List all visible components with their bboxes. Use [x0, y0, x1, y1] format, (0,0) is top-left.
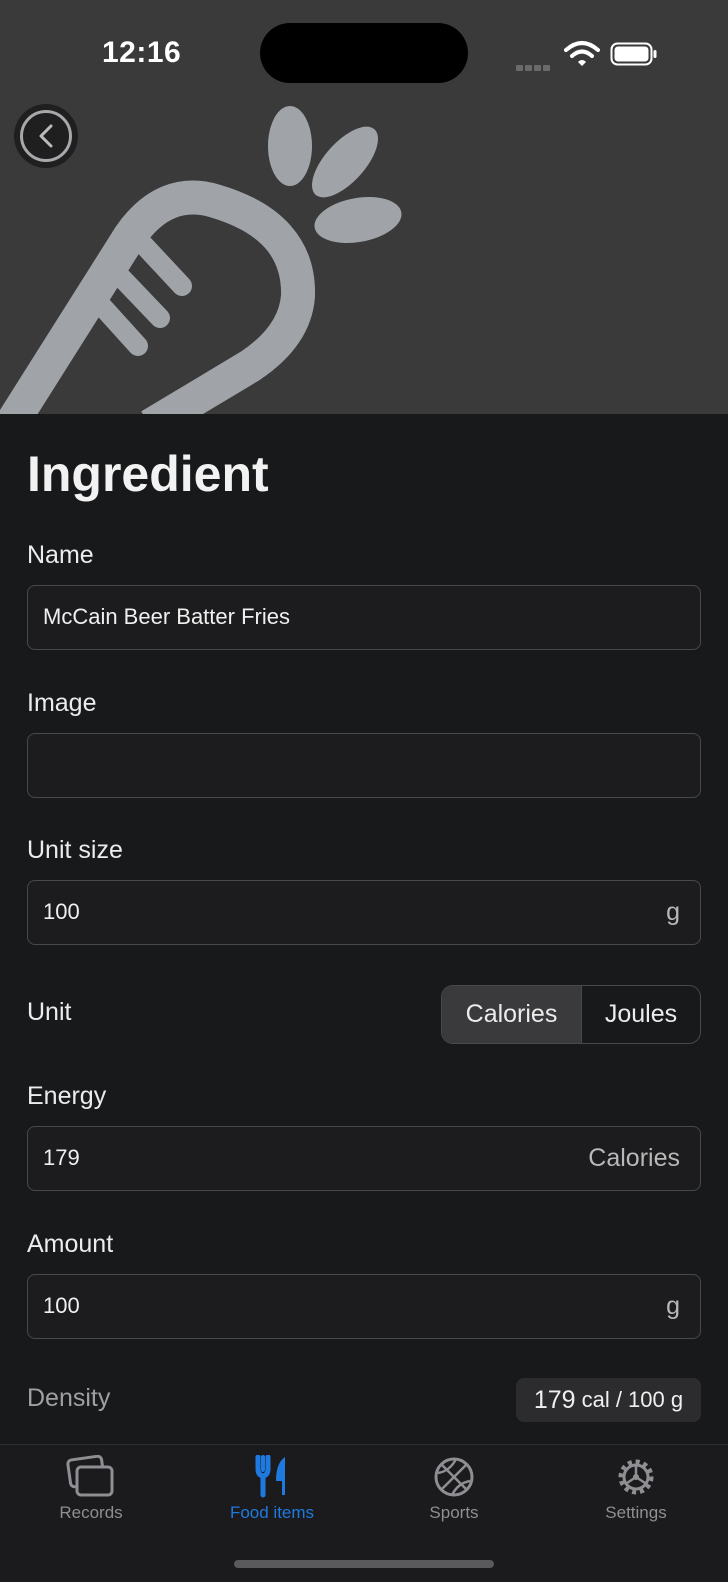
- tab-records[interactable]: Records: [16, 1455, 166, 1523]
- tab-records-label: Records: [59, 1503, 123, 1522]
- energy-label: Energy: [27, 1082, 107, 1110]
- density-unit: cal / 100 g: [581, 1387, 684, 1412]
- energy-unit: Calories: [588, 1144, 680, 1172]
- amount-label: Amount: [27, 1230, 114, 1258]
- unit-size-unit: g: [666, 898, 680, 926]
- segment-calories[interactable]: Calories: [442, 986, 581, 1043]
- amount-value: 100: [43, 1293, 80, 1318]
- tab-settings-label: Settings: [605, 1503, 667, 1522]
- wifi-icon: [564, 41, 600, 66]
- density-label: Density: [27, 1384, 111, 1412]
- amount-unit: g: [666, 1292, 680, 1320]
- energy-value: 179: [43, 1145, 80, 1170]
- cellular-signal-icon: [516, 58, 552, 76]
- energy-field[interactable]: 179 Calories: [27, 1126, 701, 1191]
- unit-segmented-control: Calories Joules: [441, 985, 701, 1044]
- ingredient-form: Ingredient Name McCain Beer Batter Fries…: [0, 414, 728, 1444]
- records-icon: [66, 1455, 114, 1497]
- back-button[interactable]: [14, 104, 78, 168]
- segment-joules[interactable]: Joules: [581, 986, 700, 1043]
- page-title: Ingredient: [27, 446, 269, 502]
- image-field[interactable]: [27, 733, 701, 798]
- tab-food-items[interactable]: Food items: [197, 1455, 347, 1523]
- header-image: 12:16: [0, 0, 728, 414]
- status-time: 12:16: [102, 36, 182, 69]
- name-label: Name: [27, 541, 94, 569]
- amount-field[interactable]: 100 g: [27, 1274, 701, 1339]
- fork-knife-icon: [255, 1455, 285, 1498]
- density-badge: 179 cal / 100 g: [516, 1378, 701, 1422]
- unit-label: Unit: [27, 998, 72, 1026]
- unit-size-field[interactable]: 100 g: [27, 880, 701, 945]
- basketball-icon: [434, 1457, 474, 1497]
- tab-sports-label: Sports: [429, 1503, 479, 1522]
- image-label: Image: [27, 689, 97, 717]
- tab-sports[interactable]: Sports: [379, 1455, 529, 1523]
- name-value: McCain Beer Batter Fries: [43, 604, 290, 629]
- name-field[interactable]: McCain Beer Batter Fries: [27, 585, 701, 650]
- tab-settings[interactable]: Settings: [561, 1455, 711, 1523]
- chevron-left-icon: [39, 124, 53, 148]
- home-indicator: [234, 1560, 494, 1568]
- density-value: 179: [533, 1385, 576, 1414]
- unit-size-label: Unit size: [27, 836, 123, 864]
- unit-size-value: 100: [43, 899, 80, 924]
- gear-icon: [618, 1459, 654, 1495]
- tab-food-items-label: Food items: [229, 1503, 315, 1522]
- dynamic-island: [260, 23, 468, 83]
- battery-icon: [610, 42, 657, 66]
